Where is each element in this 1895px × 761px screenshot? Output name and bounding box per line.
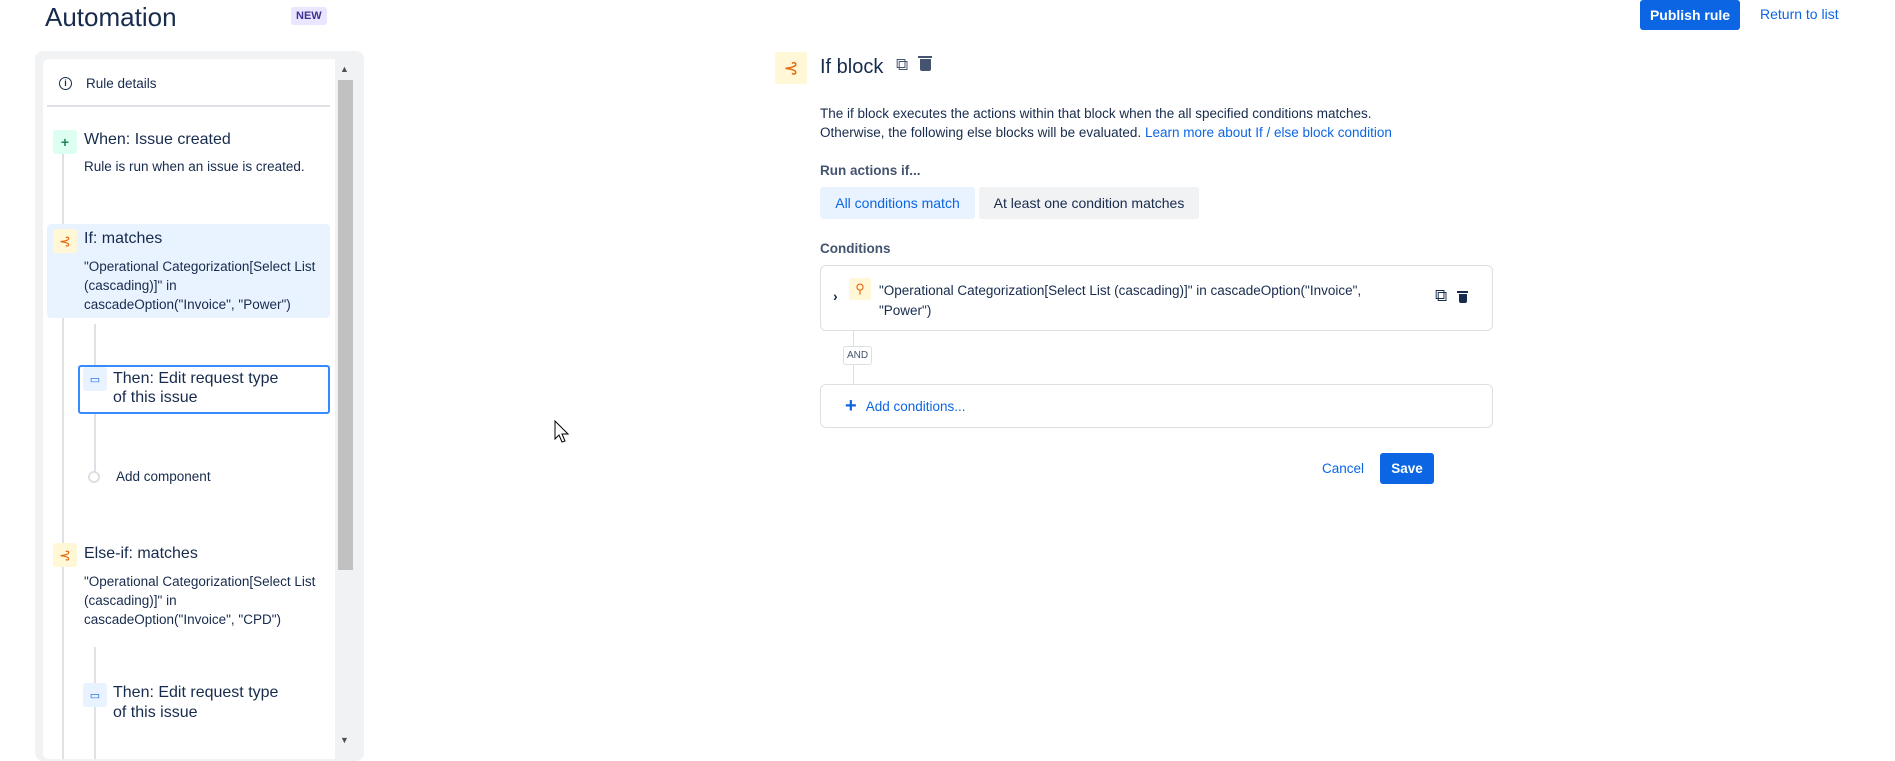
else-if-title: Else-if: matches <box>84 545 198 562</box>
circle-icon <box>88 470 100 483</box>
return-to-list-link[interactable]: Return to list <box>1760 6 1839 22</box>
if-title: If: matches <box>84 230 163 247</box>
edit-request-icon: ▭ <box>83 367 107 391</box>
if-item[interactable]: ⊰ If: matches "Operational Categorizatio… <box>47 224 330 318</box>
trash-icon[interactable] <box>918 56 932 72</box>
scrollbar-thumb[interactable] <box>338 80 353 570</box>
at-least-one-condition-option[interactable]: At least one condition matches <box>979 187 1199 219</box>
add-conditions-button[interactable]: + Add conditions... <box>820 384 1493 428</box>
rule-details-label: Rule details <box>86 75 157 91</box>
conditions-label: Conditions <box>820 241 891 256</box>
trigger-item[interactable]: + When: Issue created Rule is run when a… <box>43 119 330 209</box>
branch-icon: ⊰ <box>53 543 77 567</box>
learn-more-link[interactable]: Learn more about If / else block conditi… <box>1145 125 1392 140</box>
if-block-description: The if block executes the actions within… <box>820 106 1372 121</box>
else-if-desc-line: cascadeOption("Invoice", "CPD") <box>84 612 281 627</box>
add-component-label: Add component <box>116 469 211 484</box>
condition-card[interactable]: › ⚲ "Operational Categorization[Select L… <box>820 265 1493 331</box>
copy-icon[interactable]: ⧉ <box>1435 286 1447 306</box>
trigger-title: When: Issue created <box>84 131 231 148</box>
publish-rule-button[interactable]: Publish rule <box>1640 0 1740 30</box>
then-item[interactable]: ▭ Then: Edit request type of this issue <box>80 680 330 730</box>
rule-details-item[interactable]: i Rule details <box>43 59 335 107</box>
if-block-title: If block <box>820 56 884 78</box>
scroll-up-icon[interactable]: ▲ <box>340 64 349 74</box>
new-badge: NEW <box>291 7 327 25</box>
run-actions-label: Run actions if... <box>820 163 921 178</box>
add-conditions-label: Add conditions... <box>865 398 966 414</box>
cancel-button[interactable]: Cancel <box>1322 461 1364 476</box>
rule-component-list: i Rule details + When: Issue created Rul… <box>43 59 335 759</box>
add-component-item[interactable]: Add component <box>88 469 211 484</box>
all-conditions-match-option[interactable]: All conditions match <box>820 187 975 219</box>
copy-icon[interactable]: ⧉ <box>896 55 908 75</box>
if-block-description: Otherwise, the following else blocks wil… <box>820 125 1142 140</box>
and-badge: AND <box>843 346 873 365</box>
plus-icon: + <box>53 130 77 154</box>
if-desc-line: "Operational Categorization[Select List <box>84 259 316 274</box>
then-item-selected[interactable]: ▭ Then: Edit request type of this issue <box>78 365 330 414</box>
search-icon: ⚲ <box>849 278 871 300</box>
save-button[interactable]: Save <box>1380 453 1434 484</box>
then-title: of this issue <box>113 389 198 406</box>
edit-request-icon: ▭ <box>83 683 107 707</box>
trigger-desc: Rule is run when an issue is created. <box>84 159 305 174</box>
info-icon: i <box>59 76 72 90</box>
page-title: Automation <box>45 2 177 32</box>
then-title: Then: Edit request type <box>113 684 279 701</box>
branch-icon: ⊰ <box>53 229 77 253</box>
condition-text: "Power") <box>879 303 932 318</box>
branch-icon: ⊰ <box>775 52 807 84</box>
if-desc-line: cascadeOption("Invoice", "Power") <box>84 297 291 312</box>
divider <box>47 105 330 107</box>
mouse-cursor-icon <box>554 420 570 443</box>
if-desc-line: (cascading)]" in <box>84 278 177 293</box>
plus-icon: + <box>845 394 857 417</box>
then-title: Then: Edit request type <box>113 370 279 387</box>
else-if-desc-line: "Operational Categorization[Select List <box>84 574 316 589</box>
else-if-desc-line: (cascading)]" in <box>84 593 177 608</box>
condition-text: "Operational Categorization[Select List … <box>879 283 1362 298</box>
trash-icon[interactable] <box>1457 291 1468 304</box>
then-title: of this issue <box>113 704 198 721</box>
else-if-item[interactable]: ⊰ Else-if: matches "Operational Categori… <box>47 541 330 641</box>
chevron-right-icon[interactable]: › <box>833 288 838 304</box>
scroll-down-icon[interactable]: ▼ <box>340 735 349 745</box>
